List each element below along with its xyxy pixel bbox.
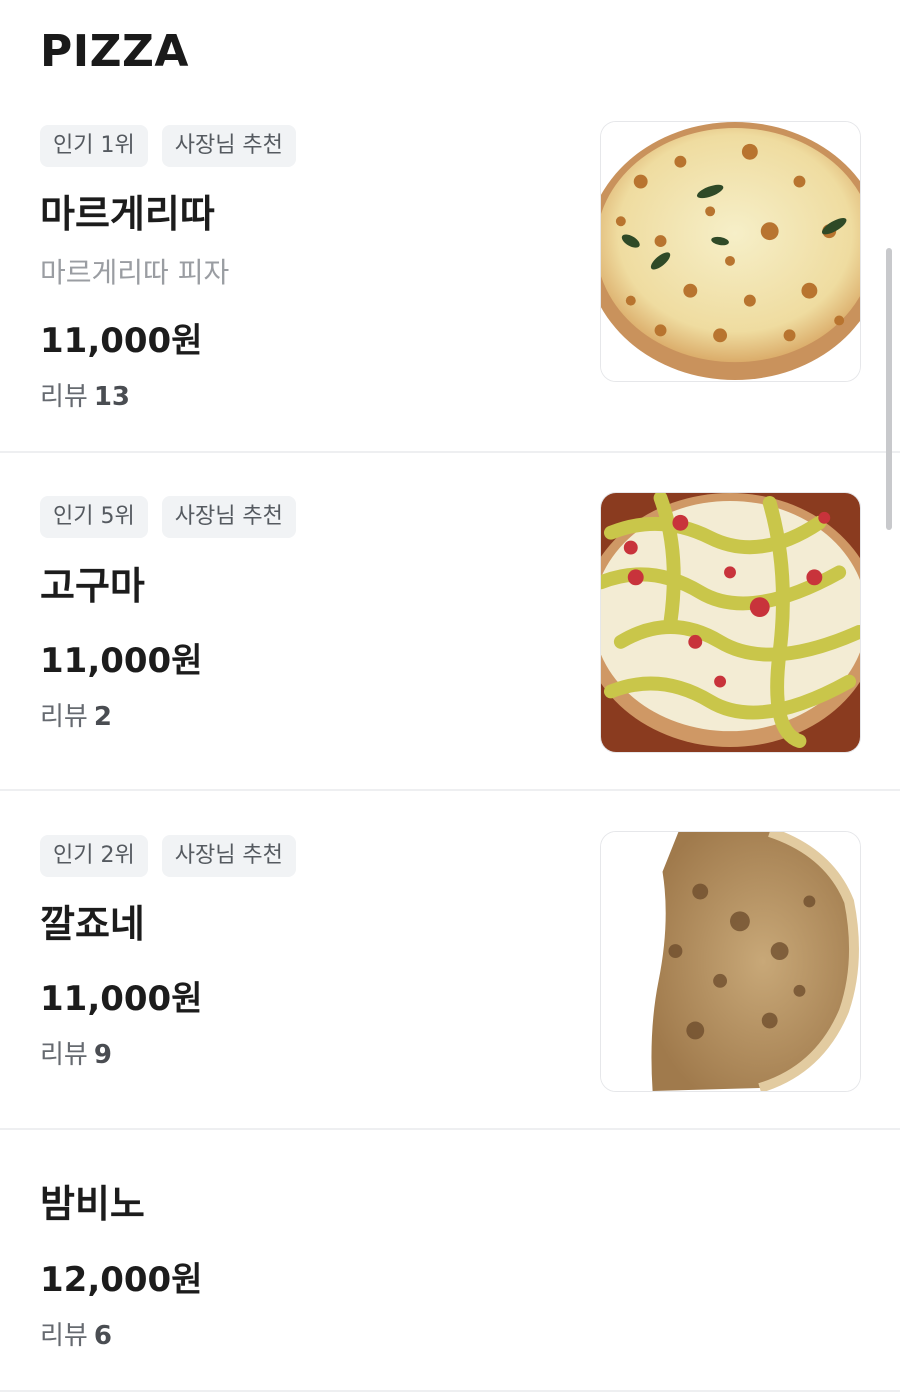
menu-item-price: 11,000원 — [40, 641, 203, 681]
menu-page: PIZZA 인기 1위 사장님 추천 마르게리따 마르게리따 피자 11,000… — [0, 0, 900, 1397]
vertical-scrollbar[interactable] — [886, 248, 892, 530]
review-number: 2 — [93, 702, 112, 732]
review-number: 13 — [93, 382, 131, 412]
menu-item-sweet-potato[interactable]: 인기 5위 사장님 추천 고구마 11,000원 리뷰 2 — [0, 453, 900, 791]
owner-recommend-badge: 사장님 추천 — [161, 125, 296, 167]
sweet-potato-pizza-photo[interactable] — [600, 492, 861, 753]
review-label: 리뷰 — [40, 1321, 88, 1351]
menu-item-name: 밤비노 — [40, 1182, 145, 1226]
review-label: 리뷰 — [40, 1040, 88, 1070]
popularity-badge: 인기 1위 — [40, 125, 148, 167]
menu-item-margherita[interactable]: 인기 1위 사장님 추천 마르게리따 마르게리따 피자 11,000원 리뷰 13 — [0, 0, 900, 453]
owner-recommend-badge: 사장님 추천 — [161, 496, 296, 538]
menu-item-price: 12,000원 — [40, 1260, 203, 1300]
popularity-badge: 인기 5위 — [40, 496, 148, 538]
review-count: 리뷰 13 — [40, 376, 130, 413]
badge-group: 인기 5위 사장님 추천 — [40, 496, 296, 538]
badge-group: 인기 2위 사장님 추천 — [40, 835, 296, 877]
menu-item-bambino[interactable]: 밤비노 12,000원 리뷰 6 — [0, 1130, 900, 1392]
menu-item-price: 11,000원 — [40, 979, 203, 1019]
review-count: 리뷰 6 — [40, 1315, 112, 1352]
review-count: 리뷰 2 — [40, 696, 112, 733]
review-number: 6 — [93, 1321, 112, 1351]
review-label: 리뷰 — [40, 382, 88, 412]
menu-item-name: 깔죠네 — [40, 902, 145, 946]
menu-item-name: 고구마 — [40, 564, 145, 608]
popularity-badge: 인기 2위 — [40, 835, 148, 877]
review-number: 9 — [93, 1040, 112, 1070]
calzone-photo[interactable] — [600, 831, 861, 1092]
review-label: 리뷰 — [40, 702, 88, 732]
badge-group: 인기 1위 사장님 추천 — [40, 125, 296, 167]
owner-recommend-badge: 사장님 추천 — [161, 835, 296, 877]
menu-item-calzone[interactable]: 인기 2위 사장님 추천 깔죠네 11,000원 리뷰 9 — [0, 791, 900, 1130]
menu-item-name: 마르게리따 — [40, 192, 215, 236]
review-count: 리뷰 9 — [40, 1034, 112, 1071]
menu-item-price: 11,000원 — [40, 321, 203, 361]
menu-item-description: 마르게리따 피자 — [40, 256, 230, 289]
margherita-pizza-photo[interactable] — [600, 121, 861, 382]
